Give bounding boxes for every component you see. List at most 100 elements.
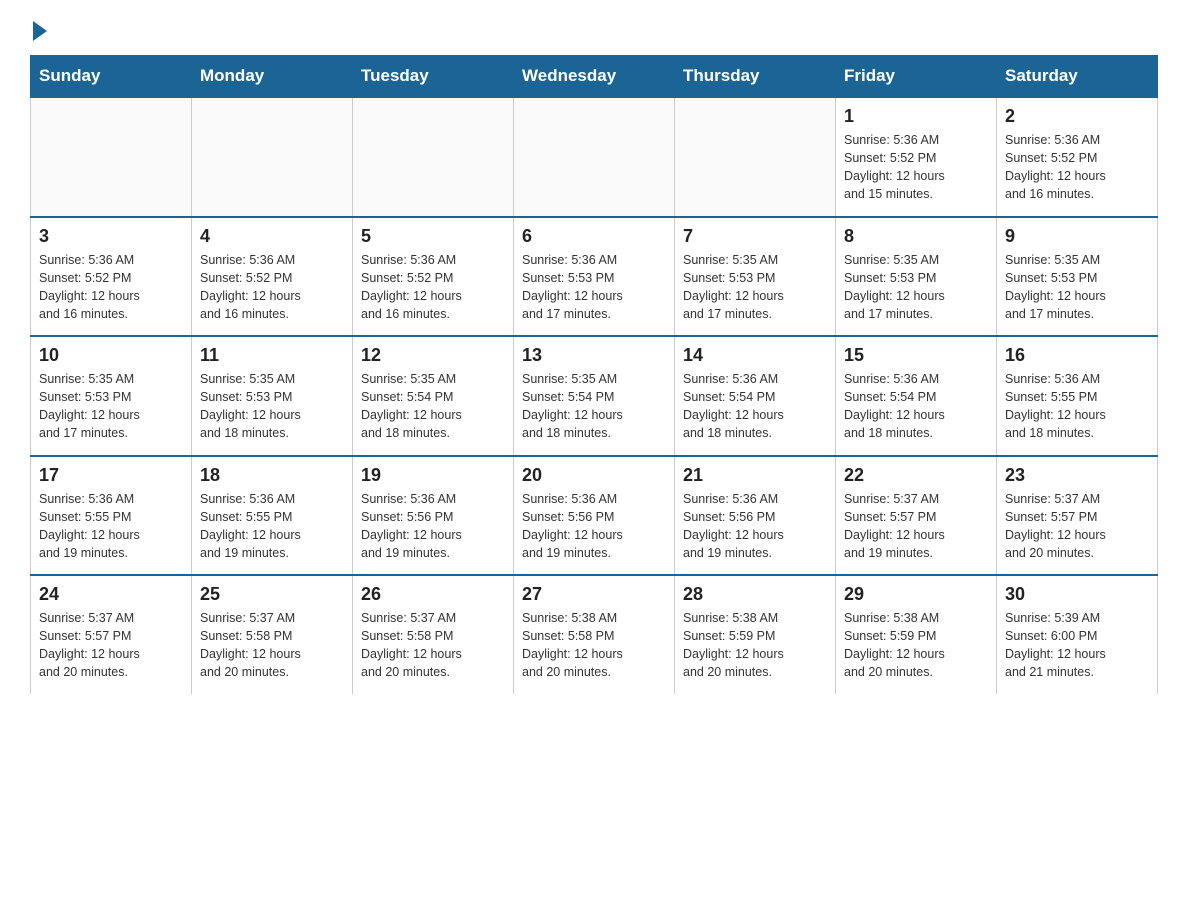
calendar-cell: 22 Sunrise: 5:37 AMSunset: 5:57 PMDayligh… — [836, 456, 997, 576]
day-info: Sunrise: 5:35 AMSunset: 5:53 PMDaylight:… — [844, 251, 988, 324]
calendar-cell — [192, 97, 353, 217]
day-info: Sunrise: 5:36 AMSunset: 5:56 PMDaylight:… — [522, 490, 666, 563]
day-info: Sunrise: 5:35 AMSunset: 5:53 PMDaylight:… — [1005, 251, 1149, 324]
calendar-cell: 8Sunrise: 5:35 AMSunset: 5:53 PMDaylight… — [836, 217, 997, 337]
day-info: Sunrise: 5:37 AMSunset: 5:57 PMDaylight:… — [1005, 490, 1149, 563]
header-cell-friday: Friday — [836, 56, 997, 98]
calendar-cell: 5 Sunrise: 5:36 AMSunset: 5:52 PMDaylight… — [353, 217, 514, 337]
day-info: Sunrise: 5:36 AMSunset: 5:52 PMDaylight:… — [200, 251, 344, 324]
day-number: 5 — [361, 226, 505, 247]
day-info: Sunrise: 5:36 AMSunset: 5:52 PMDaylight:… — [844, 131, 988, 204]
calendar-table: SundayMondayTuesdayWednesdayThursdayFrid… — [30, 55, 1158, 694]
day-number: 20 — [522, 465, 666, 486]
calendar-cell: 18 Sunrise: 5:36 AMSunset: 5:55 PMDayligh… — [192, 456, 353, 576]
day-number: 14 — [683, 345, 827, 366]
calendar-cell: 13 Sunrise: 5:35 AMSunset: 5:54 PMDayligh… — [514, 336, 675, 456]
day-info: Sunrise: 5:37 AMSunset: 5:58 PMDaylight:… — [200, 609, 344, 682]
page-header — [30, 20, 1158, 37]
calendar-header-row: SundayMondayTuesdayWednesdayThursdayFrid… — [31, 56, 1158, 98]
day-info: Sunrise: 5:35 AMSunset: 5:53 PMDaylight:… — [683, 251, 827, 324]
calendar-cell: 15 Sunrise: 5:36 AMSunset: 5:54 PMDayligh… — [836, 336, 997, 456]
header-cell-tuesday: Tuesday — [353, 56, 514, 98]
day-info: Sunrise: 5:38 AMSunset: 5:58 PMDaylight:… — [522, 609, 666, 682]
calendar-cell — [675, 97, 836, 217]
day-info: Sunrise: 5:38 AMSunset: 5:59 PMDaylight:… — [844, 609, 988, 682]
day-number: 12 — [361, 345, 505, 366]
logo-triangle-icon — [33, 21, 47, 41]
day-number: 22 — [844, 465, 988, 486]
day-number: 23 — [1005, 465, 1149, 486]
calendar-week-row: 17 Sunrise: 5:36 AMSunset: 5:55 PMDayligh… — [31, 456, 1158, 576]
calendar-week-row: 3 Sunrise: 5:36 AMSunset: 5:52 PMDaylight… — [31, 217, 1158, 337]
day-number: 30 — [1005, 584, 1149, 605]
calendar-week-row: 10 Sunrise: 5:35 AMSunset: 5:53 PMDayligh… — [31, 336, 1158, 456]
day-info: Sunrise: 5:36 AMSunset: 5:54 PMDaylight:… — [683, 370, 827, 443]
header-cell-wednesday: Wednesday — [514, 56, 675, 98]
calendar-cell: 11 Sunrise: 5:35 AMSunset: 5:53 PMDayligh… — [192, 336, 353, 456]
calendar-cell: 19 Sunrise: 5:36 AMSunset: 5:56 PMDayligh… — [353, 456, 514, 576]
calendar-cell: 26Sunrise: 5:37 AMSunset: 5:58 PMDayligh… — [353, 575, 514, 694]
day-number: 1 — [844, 106, 988, 127]
calendar-cell: 30Sunrise: 5:39 AMSunset: 6:00 PMDayligh… — [997, 575, 1158, 694]
day-info: Sunrise: 5:36 AMSunset: 5:52 PMDaylight:… — [39, 251, 183, 324]
day-info: Sunrise: 5:37 AMSunset: 5:57 PMDaylight:… — [844, 490, 988, 563]
day-info: Sunrise: 5:36 AMSunset: 5:54 PMDaylight:… — [844, 370, 988, 443]
calendar-cell: 1 Sunrise: 5:36 AMSunset: 5:52 PMDaylight… — [836, 97, 997, 217]
day-number: 24 — [39, 584, 183, 605]
calendar-cell: 6 Sunrise: 5:36 AMSunset: 5:53 PMDaylight… — [514, 217, 675, 337]
day-number: 25 — [200, 584, 344, 605]
day-info: Sunrise: 5:36 AMSunset: 5:56 PMDaylight:… — [683, 490, 827, 563]
calendar-cell: 14 Sunrise: 5:36 AMSunset: 5:54 PMDayligh… — [675, 336, 836, 456]
calendar-cell: 10 Sunrise: 5:35 AMSunset: 5:53 PMDayligh… — [31, 336, 192, 456]
day-info: Sunrise: 5:36 AMSunset: 5:53 PMDaylight:… — [522, 251, 666, 324]
header-cell-thursday: Thursday — [675, 56, 836, 98]
calendar-cell: 28 Sunrise: 5:38 AMSunset: 5:59 PMDayligh… — [675, 575, 836, 694]
calendar-cell: 7 Sunrise: 5:35 AMSunset: 5:53 PMDaylight… — [675, 217, 836, 337]
calendar-cell: 2Sunrise: 5:36 AMSunset: 5:52 PMDaylight… — [997, 97, 1158, 217]
day-info: Sunrise: 5:35 AMSunset: 5:54 PMDaylight:… — [361, 370, 505, 443]
day-info: Sunrise: 5:36 AMSunset: 5:55 PMDaylight:… — [39, 490, 183, 563]
day-number: 2 — [1005, 106, 1149, 127]
calendar-week-row: 24Sunrise: 5:37 AMSunset: 5:57 PMDayligh… — [31, 575, 1158, 694]
day-info: Sunrise: 5:35 AMSunset: 5:54 PMDaylight:… — [522, 370, 666, 443]
day-number: 3 — [39, 226, 183, 247]
calendar-cell — [31, 97, 192, 217]
day-number: 18 — [200, 465, 344, 486]
calendar-cell: 4 Sunrise: 5:36 AMSunset: 5:52 PMDaylight… — [192, 217, 353, 337]
day-info: Sunrise: 5:36 AMSunset: 5:52 PMDaylight:… — [361, 251, 505, 324]
day-info: Sunrise: 5:35 AMSunset: 5:53 PMDaylight:… — [39, 370, 183, 443]
header-cell-sunday: Sunday — [31, 56, 192, 98]
calendar-cell — [514, 97, 675, 217]
calendar-cell: 16Sunrise: 5:36 AMSunset: 5:55 PMDayligh… — [997, 336, 1158, 456]
day-info: Sunrise: 5:36 AMSunset: 5:55 PMDaylight:… — [200, 490, 344, 563]
day-number: 4 — [200, 226, 344, 247]
calendar-cell — [353, 97, 514, 217]
day-number: 10 — [39, 345, 183, 366]
calendar-cell: 24Sunrise: 5:37 AMSunset: 5:57 PMDayligh… — [31, 575, 192, 694]
calendar-cell: 9 Sunrise: 5:35 AMSunset: 5:53 PMDaylight… — [997, 217, 1158, 337]
day-number: 11 — [200, 345, 344, 366]
day-number: 16 — [1005, 345, 1149, 366]
calendar-cell: 25 Sunrise: 5:37 AMSunset: 5:58 PMDayligh… — [192, 575, 353, 694]
calendar-cell: 12 Sunrise: 5:35 AMSunset: 5:54 PMDayligh… — [353, 336, 514, 456]
day-number: 9 — [1005, 226, 1149, 247]
header-cell-saturday: Saturday — [997, 56, 1158, 98]
calendar-cell: 29Sunrise: 5:38 AMSunset: 5:59 PMDayligh… — [836, 575, 997, 694]
day-number: 7 — [683, 226, 827, 247]
calendar-cell: 3 Sunrise: 5:36 AMSunset: 5:52 PMDaylight… — [31, 217, 192, 337]
day-number: 28 — [683, 584, 827, 605]
day-number: 6 — [522, 226, 666, 247]
day-info: Sunrise: 5:36 AMSunset: 5:56 PMDaylight:… — [361, 490, 505, 563]
day-number: 13 — [522, 345, 666, 366]
day-number: 15 — [844, 345, 988, 366]
day-info: Sunrise: 5:38 AMSunset: 5:59 PMDaylight:… — [683, 609, 827, 682]
day-number: 19 — [361, 465, 505, 486]
calendar-cell: 23 Sunrise: 5:37 AMSunset: 5:57 PMDayligh… — [997, 456, 1158, 576]
header-cell-monday: Monday — [192, 56, 353, 98]
logo — [30, 20, 47, 37]
calendar-cell: 20 Sunrise: 5:36 AMSunset: 5:56 PMDayligh… — [514, 456, 675, 576]
calendar-week-row: 1 Sunrise: 5:36 AMSunset: 5:52 PMDaylight… — [31, 97, 1158, 217]
day-number: 17 — [39, 465, 183, 486]
calendar-cell: 17 Sunrise: 5:36 AMSunset: 5:55 PMDayligh… — [31, 456, 192, 576]
day-info: Sunrise: 5:35 AMSunset: 5:53 PMDaylight:… — [200, 370, 344, 443]
